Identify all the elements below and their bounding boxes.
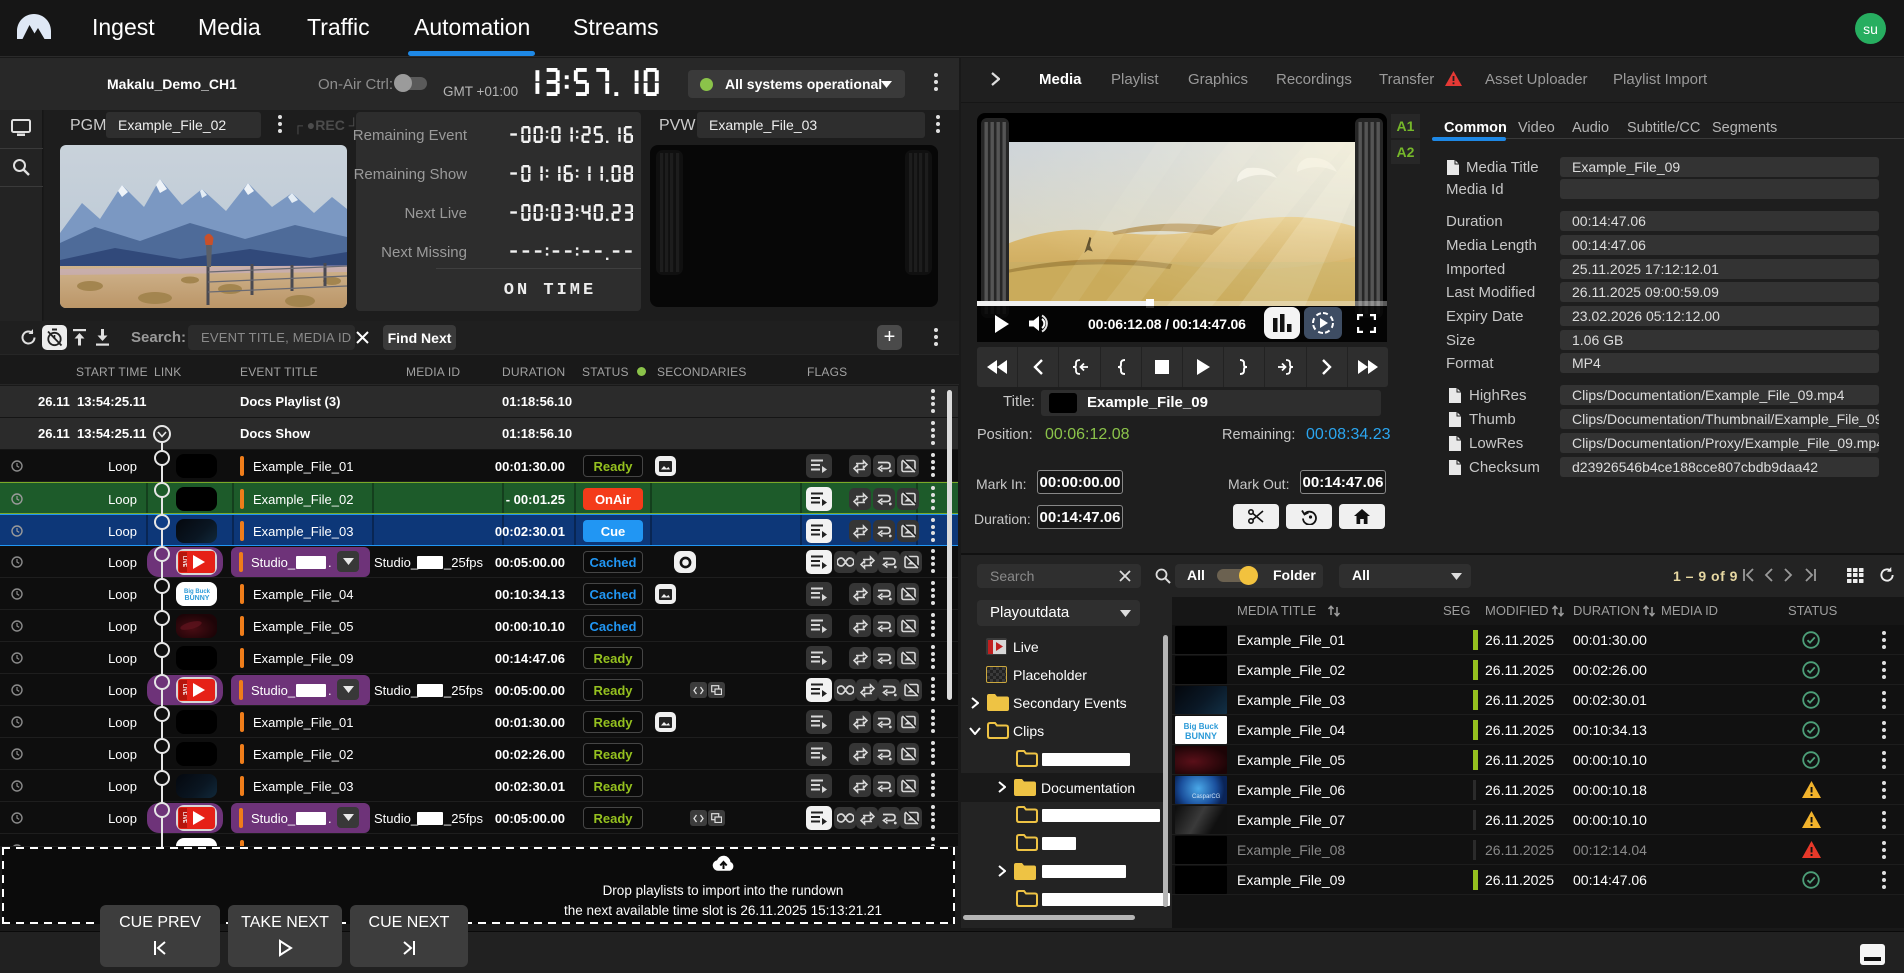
svg-text:Big Buck: Big Buck xyxy=(1184,722,1219,731)
svg-text:BUNNY: BUNNY xyxy=(184,595,209,602)
svg-text:BUNNY: BUNNY xyxy=(1185,731,1217,741)
